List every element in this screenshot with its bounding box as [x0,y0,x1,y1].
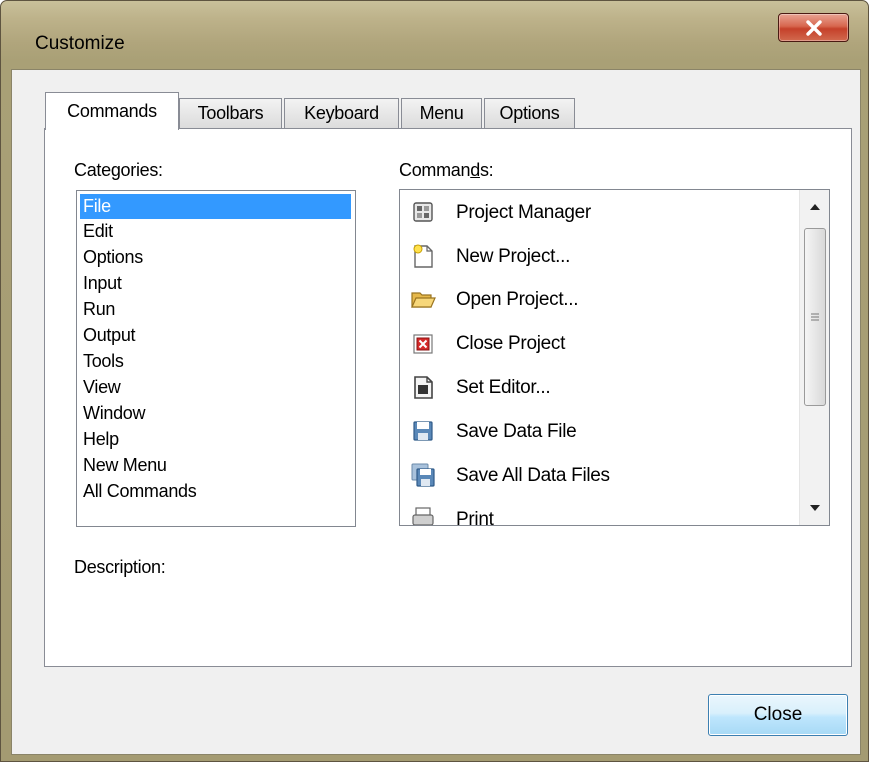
categories-label: Categories: [74,160,163,180]
scroll-up-button[interactable] [800,190,829,224]
command-label: Close Project [456,333,566,354]
category-item-view[interactable]: View [80,378,351,404]
category-item-run[interactable]: Run [80,300,351,326]
tab-label: Commands [67,101,157,121]
close-button[interactable]: Close [708,694,848,736]
scroll-thumb[interactable] [804,228,826,406]
category-item-new-menu[interactable]: New Menu [80,456,351,482]
arrow-up-icon [809,204,820,210]
title-close-button[interactable] [778,13,849,42]
command-item-new-project[interactable]: New Project... [400,236,792,280]
close-icon [805,19,822,36]
command-item-open-project[interactable]: Open Project... [400,279,792,323]
window-title: Customize [35,33,125,54]
customize-dialog: Customize Commands Toolbars Keyboard Men… [0,0,869,762]
command-item-close-project[interactable]: Close Project [400,323,792,367]
command-label: Print [456,509,494,526]
command-item-save-all-data-files[interactable]: Save All Data Files [400,455,792,499]
tab-label: Menu [419,103,464,123]
scroll-down-button[interactable] [800,491,829,525]
save-all-icon [411,463,435,487]
description-label: Description: [74,557,166,577]
category-item-window[interactable]: Window [80,404,351,430]
close-project-icon [413,334,433,354]
tab-label: Toolbars [197,103,264,123]
new-project-icon [413,244,433,268]
category-item-tools[interactable]: Tools [80,352,351,378]
tab-label: Keyboard [304,103,379,123]
command-label: Open Project... [456,289,579,310]
printer-icon [412,507,434,525]
category-item-options[interactable]: Options [80,248,351,274]
commands-listbox[interactable]: Project Manager New Project... Open Proj… [399,189,830,526]
commands-tab-panel: Categories: File Edit Options Input Run … [44,128,852,667]
command-label: Project Manager [456,202,591,223]
title-bar[interactable]: Customize [1,1,868,71]
arrow-down-icon [809,505,820,511]
category-item-output[interactable]: Output [80,326,351,352]
category-item-all-commands[interactable]: All Commands [80,482,351,508]
commands-scrollbar[interactable] [799,190,829,525]
command-item-print[interactable]: Print [400,499,792,526]
command-label: Save All Data Files [456,465,610,486]
dialog-client-area: Commands Toolbars Keyboard Menu Options … [11,69,861,755]
category-item-help[interactable]: Help [80,430,351,456]
project-manager-icon [413,202,433,222]
category-item-file[interactable]: File [80,194,351,219]
open-folder-icon [411,292,436,308]
command-label: New Project... [456,246,571,267]
floppy-disk-icon [413,421,433,441]
tab-commands[interactable]: Commands [45,92,179,130]
set-editor-icon [414,376,433,399]
grip-icon [811,313,819,321]
tab-menu[interactable]: Menu [401,98,482,128]
categories-listbox[interactable]: File Edit Options Input Run Output Tools… [76,190,356,527]
commands-label: Commands: [399,160,494,180]
tab-keyboard[interactable]: Keyboard [284,98,399,128]
category-item-edit[interactable]: Edit [80,222,351,248]
tab-label: Options [499,103,560,123]
tab-options[interactable]: Options [484,98,575,128]
tab-toolbars[interactable]: Toolbars [179,98,282,128]
category-item-input[interactable]: Input [80,274,351,300]
command-item-save-data-file[interactable]: Save Data File [400,411,792,455]
command-item-project-manager[interactable]: Project Manager [400,192,792,236]
command-item-set-editor[interactable]: Set Editor... [400,367,792,411]
command-label: Save Data File [456,421,577,442]
command-label: Set Editor... [456,377,551,398]
